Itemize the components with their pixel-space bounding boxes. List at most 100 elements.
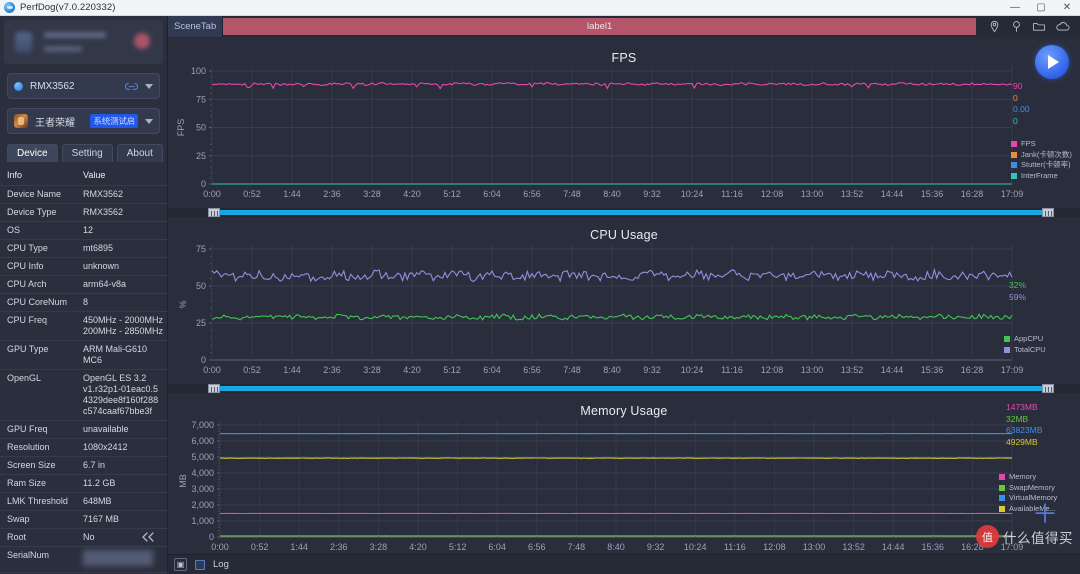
info-value: unknown xyxy=(76,257,168,276)
chart-fps-scrollbar[interactable] xyxy=(168,208,1080,217)
table-row: LMK Threshold 648MB xyxy=(0,492,168,511)
chart-cpu-plot[interactable]: 0 25 50 75 0:00 0:52 1:44 2:36 3:28 4:20 5:12 6:04 6… xyxy=(168,217,1080,384)
legend-item[interactable]: SwapMemory xyxy=(999,482,1057,492)
legend-item[interactable]: InterFrame xyxy=(1011,171,1072,180)
x-tick-label: 0:52 xyxy=(251,542,269,552)
location-pin-icon[interactable] xyxy=(988,20,1001,33)
legend-swatch xyxy=(1004,346,1010,353)
x-tick-label: 13:00 xyxy=(801,365,824,375)
account-card[interactable] xyxy=(4,20,163,64)
device-select[interactable]: RMX3562 xyxy=(7,73,160,99)
info-key: GPU Freq xyxy=(0,420,76,439)
series-current-value: 32% xyxy=(1009,280,1027,290)
account-name-blurred xyxy=(44,32,106,38)
y-tick-label: 4,000 xyxy=(191,468,214,478)
cloud-icon[interactable] xyxy=(1055,20,1071,33)
scrollbar-grip-right[interactable] xyxy=(1042,208,1054,217)
scrollbar-grip-left[interactable] xyxy=(208,384,220,393)
y-tick-label: 3,000 xyxy=(191,484,214,494)
y-axis-label: % xyxy=(178,300,188,308)
chart-memory-title: Memory Usage xyxy=(580,404,668,418)
info-key: Ram Size xyxy=(0,474,76,493)
x-tick-label: 6:04 xyxy=(483,189,501,199)
chart-cpu-scrollbar[interactable] xyxy=(168,384,1080,393)
tab-setting[interactable]: Setting xyxy=(61,144,113,162)
info-key: SerialNum xyxy=(0,546,76,573)
series-current-value: 1473MB xyxy=(1006,402,1038,412)
scrollbar-track[interactable] xyxy=(208,386,1054,391)
scene-label-bar[interactable]: label1 xyxy=(223,18,976,35)
info-value: RMX3562 xyxy=(76,203,168,222)
x-tick-label: 12:08 xyxy=(763,542,786,552)
add-chart-button[interactable]: ＋ xyxy=(1032,501,1058,527)
chevron-down-icon[interactable] xyxy=(145,83,153,89)
legend-item[interactable]: Jank(卡顿次数) xyxy=(1011,150,1072,159)
x-tick-label: 16:28 xyxy=(961,365,984,375)
x-tick-label: 0:00 xyxy=(211,542,229,552)
tab-about[interactable]: About xyxy=(116,144,163,162)
x-tick-label: 3:28 xyxy=(363,189,381,199)
x-tick-label: 1:44 xyxy=(283,189,301,199)
scrollbar-track[interactable] xyxy=(208,210,1054,215)
scrollbar-grip-left[interactable] xyxy=(208,208,220,217)
y-tick-label: 2,000 xyxy=(191,500,214,510)
chart-cpu-values: 32% 59% xyxy=(1009,280,1026,303)
x-tick-label: 6:56 xyxy=(523,365,541,375)
window-title: PerfDog(v7.0.220332) xyxy=(20,2,116,13)
folder-icon[interactable] xyxy=(1032,20,1046,33)
export-icon[interactable]: ▣ xyxy=(174,558,187,571)
game-icon xyxy=(14,114,28,128)
marker-pin-icon[interactable] xyxy=(1010,20,1023,33)
app-badge: 系统测试启 xyxy=(90,114,138,128)
chart-memory-plot[interactable]: 0 1,000 2,000 3,000 4,000 5,000 6,000 7,000 0:00… xyxy=(168,393,1080,563)
sidebar: RMX3562 王者荣耀 系统测试启 Device Setting About … xyxy=(0,16,168,574)
x-tick-label: 15:36 xyxy=(921,189,944,199)
app-select[interactable]: 王者荣耀 系统测试启 xyxy=(7,108,160,134)
link-icon[interactable] xyxy=(125,81,138,92)
x-tick-label: 6:04 xyxy=(488,542,506,552)
scene-toolbar-icons xyxy=(976,16,1080,37)
y-tick-label: 0 xyxy=(201,355,206,365)
x-tick-label: 1:44 xyxy=(290,542,308,552)
table-row: GPU Freq unavailable xyxy=(0,420,168,439)
legend-item[interactable]: FPS xyxy=(1011,140,1072,148)
x-tick-label: 10:24 xyxy=(681,189,704,199)
x-tick-label: 15:36 xyxy=(922,542,945,552)
app-logo-icon xyxy=(4,2,15,13)
legend-item[interactable]: AppCPU xyxy=(1004,335,1046,343)
minimize-button[interactable]: — xyxy=(1002,0,1028,16)
info-value: 648MB xyxy=(76,492,168,511)
info-key: CPU Freq xyxy=(0,311,76,341)
maximize-button[interactable]: ▢ xyxy=(1028,0,1054,16)
x-tick-label: 4:20 xyxy=(409,542,427,552)
legend-item[interactable]: Stutter(卡顿率) xyxy=(1011,161,1072,169)
series-current-value: 63823MB xyxy=(1006,425,1043,435)
info-value: unavailable xyxy=(76,420,168,439)
table-row: GPU Type ARM Mali-G610 MC6 xyxy=(0,340,168,370)
chart-memory: Memory Usage 0 1,000 2,000 3,000 4,000 5,000 6… xyxy=(168,393,1080,563)
avatar xyxy=(15,32,32,53)
info-key: CPU CoreNum xyxy=(0,293,76,312)
collapse-sidebar-button[interactable] xyxy=(0,526,168,548)
close-button[interactable]: ✕ xyxy=(1054,0,1080,16)
y-tick-label: 0 xyxy=(201,179,206,189)
y-tick-label: 50 xyxy=(196,123,206,133)
legend-item[interactable]: Memory xyxy=(999,473,1057,481)
y-tick-label: 50 xyxy=(196,281,206,291)
table-row: Device Name RMX3562 xyxy=(0,185,168,204)
y-axis-label: MB xyxy=(178,474,188,488)
scrollbar-grip-right[interactable] xyxy=(1042,384,1054,393)
series-current-value: 32MB xyxy=(1006,413,1029,424)
legend-label: SwapMemory xyxy=(1009,482,1055,492)
tab-device[interactable]: Device xyxy=(7,144,58,162)
scene-tab[interactable]: SceneTab xyxy=(168,16,224,37)
log-checkbox[interactable] xyxy=(195,559,205,570)
series-current-value: 4929MB xyxy=(1006,436,1038,447)
chevron-down-icon[interactable] xyxy=(145,118,153,124)
legend-swatch xyxy=(1011,151,1017,158)
x-tick-label: 2:36 xyxy=(323,189,341,199)
info-key: GPU Type xyxy=(0,340,76,370)
col-header-value: Value xyxy=(76,166,168,186)
table-row: Ram Size 11.2 GB xyxy=(0,474,168,493)
legend-item[interactable]: TotalCPU xyxy=(1004,345,1046,354)
